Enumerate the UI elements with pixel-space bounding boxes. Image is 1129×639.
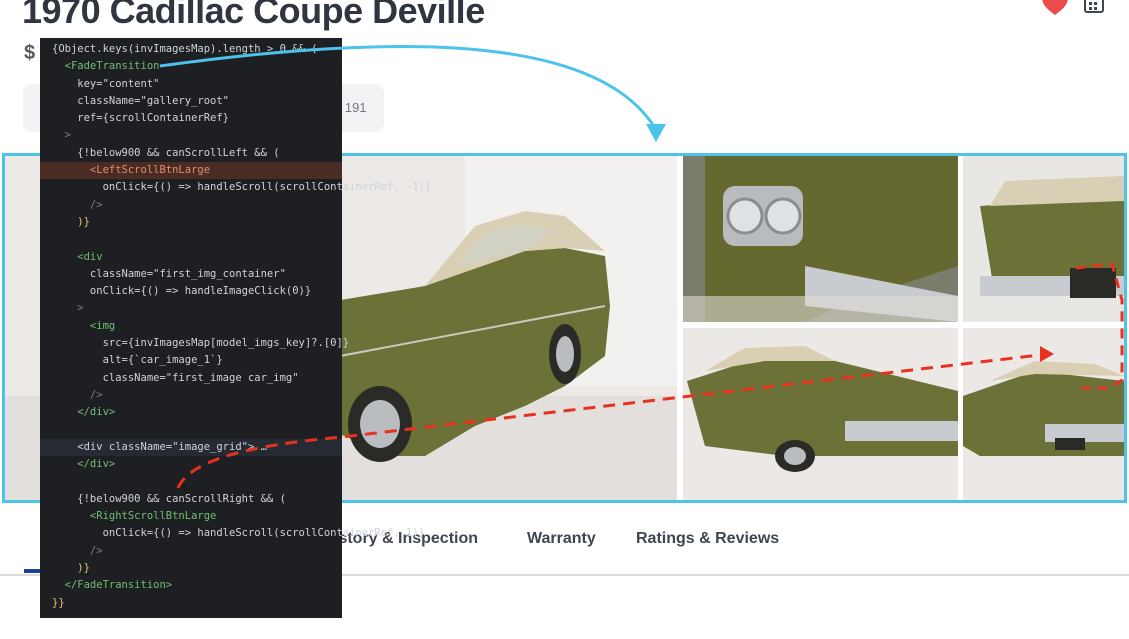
code-line: > xyxy=(52,129,71,142)
code-editor-panel: {Object.keys(invImagesMap).length > 0 &&… xyxy=(40,38,432,618)
code-line: onClick={() => handleScroll(scrollContai… xyxy=(52,527,425,540)
tab-ratings-reviews[interactable]: Ratings & Reviews xyxy=(636,530,779,548)
grid-image-front-headlights[interactable] xyxy=(683,156,958,322)
code-line: > xyxy=(52,302,84,315)
code-line: ref={scrollContainerRef} xyxy=(52,112,230,125)
code-line: className="gallery_root" xyxy=(52,94,230,107)
price: $ xyxy=(24,42,36,64)
code-line: }} xyxy=(52,596,65,609)
code-line: <RightScrollBtnLarge xyxy=(52,510,217,523)
code-line: </div> xyxy=(52,458,116,471)
code-line: <FadeTransition xyxy=(52,60,160,73)
code-line: </FadeTransition> xyxy=(52,579,173,592)
code-line: <img xyxy=(52,319,116,332)
code-line: alt={`car_image_1`} xyxy=(52,354,223,367)
code-line: key="content" xyxy=(52,77,160,90)
code-line: )} xyxy=(52,561,90,574)
code-line: <LeftScrollBtnLarge xyxy=(40,162,342,180)
code-line: /> xyxy=(52,544,103,557)
code-line: {!below900 && canScrollLeft && ( xyxy=(52,146,280,159)
code-line: onClick={() => handleImageClick(0)} xyxy=(52,285,312,298)
code-line: src={invImagesMap[model_imgs_key]?.[0]} xyxy=(52,337,350,350)
code-line: /> xyxy=(52,388,103,401)
code-line: </div> xyxy=(52,406,116,419)
code-line: onClick={() => handleScroll(scrollContai… xyxy=(52,181,432,194)
code-line: {Object.keys(invImagesMap).length > 0 &&… xyxy=(52,43,318,55)
tab-warranty[interactable]: Warranty xyxy=(527,530,596,548)
code-line: className="first_img_container" xyxy=(52,267,286,280)
page-title: 1970 Cadillac Coupe Deville xyxy=(22,0,485,31)
grid-image-side-rear[interactable] xyxy=(683,328,958,500)
calendar-icon[interactable] xyxy=(1083,0,1105,14)
code-line: /> xyxy=(52,198,103,211)
code-line: <div className="image_grid"> … xyxy=(40,438,342,457)
code-line: )} xyxy=(52,215,90,228)
code-line: className="first_image car_img" xyxy=(52,371,299,384)
blue-arrowhead-icon xyxy=(646,124,666,142)
heart-icon[interactable] xyxy=(1040,0,1070,16)
grid-image-rear[interactable] xyxy=(963,156,1124,322)
code-line: <div xyxy=(52,250,103,263)
code-line: {!below900 && canScrollRight && ( xyxy=(52,492,286,505)
grid-image-rear-quarter[interactable] xyxy=(963,328,1124,500)
